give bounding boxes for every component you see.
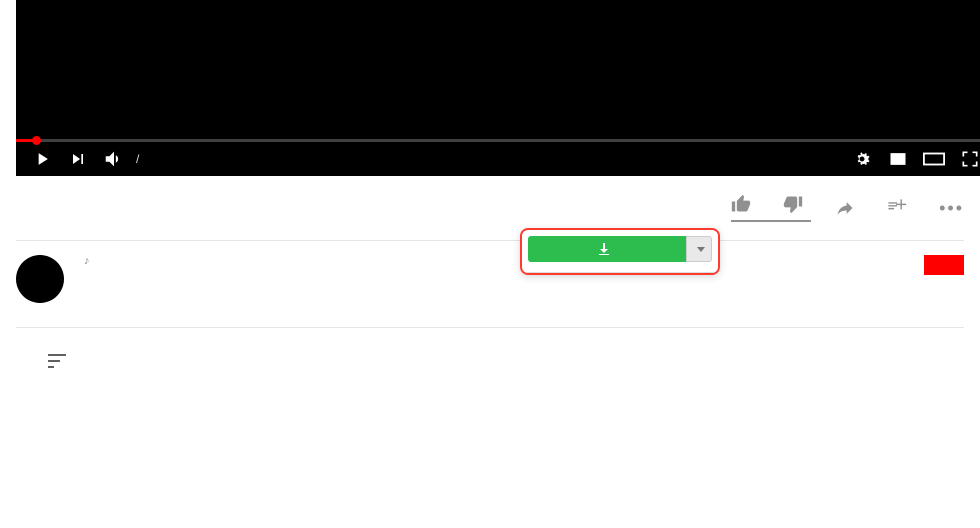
channel-avatar[interactable]: [16, 255, 64, 303]
downloader-format-list: [522, 272, 718, 273]
video-meta-row: •••: [16, 194, 964, 222]
play-icon[interactable]: [24, 141, 60, 177]
settings-icon[interactable]: [844, 141, 880, 177]
volume-icon[interactable]: [96, 141, 132, 177]
playlist-add-icon: [887, 198, 907, 218]
thumb-up-icon: [731, 194, 751, 214]
like-button[interactable]: [731, 194, 759, 214]
comments-header: [16, 354, 964, 368]
share-button[interactable]: [835, 198, 863, 218]
download-button[interactable]: [528, 236, 686, 262]
divider: [16, 327, 964, 328]
next-icon[interactable]: [60, 141, 96, 177]
save-button[interactable]: [887, 198, 915, 218]
miniplayer-icon[interactable]: [880, 141, 916, 177]
downloader-popup: [520, 228, 720, 275]
download-icon: [599, 243, 609, 255]
share-icon: [835, 198, 855, 218]
thumb-down-icon: [783, 194, 803, 214]
channel-name[interactable]: ♪: [80, 255, 90, 267]
subscribe-button[interactable]: [924, 255, 964, 275]
divider: [16, 240, 964, 241]
player-controls: /: [16, 142, 980, 176]
theater-icon[interactable]: [916, 141, 952, 177]
chevron-down-icon: [697, 247, 705, 252]
video-player[interactable]: /: [16, 0, 980, 176]
quality-selector[interactable]: [686, 236, 712, 262]
music-note-icon: ♪: [84, 255, 90, 267]
sort-button[interactable]: [48, 354, 74, 368]
action-bar: •••: [731, 194, 964, 222]
more-actions-button[interactable]: •••: [939, 198, 964, 219]
dislike-button[interactable]: [783, 194, 811, 214]
time-display: /: [136, 152, 139, 166]
sort-icon: [48, 354, 66, 368]
channel-row: ♪: [16, 255, 964, 303]
fullscreen-icon[interactable]: [952, 141, 980, 177]
